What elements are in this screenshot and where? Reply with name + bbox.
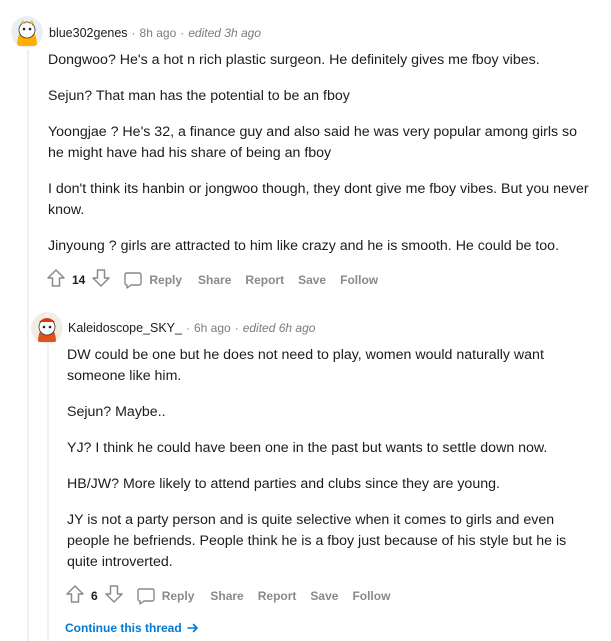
downvote-icon[interactable]: [104, 584, 124, 607]
timestamp[interactable]: 8h ago: [140, 26, 177, 40]
avatar-icon[interactable]: [31, 312, 63, 344]
share-button[interactable]: Share: [210, 589, 243, 603]
comment-blue302genes: blue302genes · 8h ago · edited 3h ago Dongwo…: [0, 0, 611, 300]
comment-paragraph: HB/JW? More likely to attend parties and…: [67, 476, 500, 492]
save-button[interactable]: Save: [298, 273, 326, 287]
comment-paragraph: JY is not a party person and is quite se…: [67, 512, 567, 570]
comment-paragraph: Sejun? That man has the potential to be …: [48, 88, 350, 104]
downvote-icon[interactable]: [91, 268, 111, 291]
report-button[interactable]: Report: [258, 589, 297, 603]
comment-paragraph: Yoongjae ? He's 32, a finance guy and al…: [48, 124, 578, 161]
comment-body: Dongwoo? He's a hot n rich plastic surge…: [48, 50, 593, 272]
continue-thread-label: Continue this thread: [65, 621, 182, 635]
follow-button[interactable]: Follow: [352, 589, 390, 603]
upvote-icon[interactable]: [46, 268, 66, 291]
vote-controls: 6: [65, 584, 136, 607]
edited-label: edited 6h ago: [242, 321, 316, 335]
comment-paragraph: Sejun? Maybe..: [67, 404, 166, 420]
author-name[interactable]: Kaleidoscope_SKY_: [68, 321, 182, 335]
avatar-icon[interactable]: [11, 16, 43, 48]
reply-button[interactable]: Reply: [123, 270, 182, 290]
comment-body: DW could be one but he does not need to …: [67, 345, 587, 588]
comment-paragraph: I don't think its hanbin or jongwoo thou…: [48, 181, 589, 218]
comment-meta: blue302genes · 8h ago · edited 3h ago: [49, 26, 261, 40]
reply-button[interactable]: Reply: [136, 586, 195, 606]
comment-paragraph: Dongwoo? He's a hot n rich plastic surge…: [48, 52, 540, 68]
vote-count: 14: [72, 272, 86, 287]
continue-thread-link[interactable]: Continue this thread: [65, 621, 199, 637]
comment-actions: 14 Reply Share Report Save Follow: [46, 268, 392, 291]
reply-label: Reply: [161, 588, 195, 603]
reply-label: Reply: [149, 272, 183, 287]
follow-button[interactable]: Follow: [340, 273, 378, 287]
author-name[interactable]: blue302genes: [49, 26, 128, 40]
edited-label: edited 3h ago: [188, 26, 261, 40]
speech-bubble-icon: [136, 586, 156, 606]
comment-kaleidoscope-sky: Kaleidoscope_SKY_ · 6h ago · edited 6h ago D…: [0, 300, 611, 641]
speech-bubble-icon: [123, 270, 143, 290]
comment-paragraph: YJ? I think he could have been one in th…: [67, 440, 548, 456]
comment-paragraph: Jinyoung ? girls are attracted to him li…: [48, 238, 560, 254]
timestamp[interactable]: 6h ago: [194, 321, 231, 335]
comment-meta: Kaleidoscope_SKY_ · 6h ago · edited 6h ago: [68, 321, 316, 335]
report-button[interactable]: Report: [245, 273, 284, 287]
save-button[interactable]: Save: [310, 589, 338, 603]
arrow-right-icon: [187, 622, 199, 637]
comment-actions: 6 Reply Share Report Save Follow: [65, 584, 404, 607]
vote-controls: 14: [46, 268, 123, 291]
vote-count: 6: [91, 588, 98, 603]
comment-paragraph: DW could be one but he does not need to …: [67, 347, 544, 384]
share-button[interactable]: Share: [198, 273, 231, 287]
upvote-icon[interactable]: [65, 584, 85, 607]
